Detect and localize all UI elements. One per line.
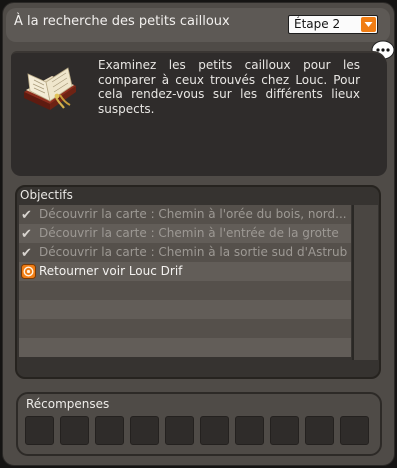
quest-book-icon [20,60,80,112]
reward-slot[interactable] [270,416,299,445]
objective-row-active[interactable]: Retourner voir Louc Drif [19,262,351,281]
reward-slot[interactable] [305,416,334,445]
objectives-header: Objectifs [20,188,73,202]
reward-slot[interactable] [235,416,264,445]
objective-row-empty [19,281,351,300]
checkmark-icon: ✔ [21,227,32,242]
objectives-list: ✔ Découvrir la carte : Chemin à l'orée d… [19,205,351,357]
objective-row-empty [19,319,351,338]
chevron-down-icon[interactable] [361,17,376,32]
reward-slot[interactable] [60,416,89,445]
reward-slot[interactable] [165,416,194,445]
objective-text: Retourner voir Louc Drif [39,264,183,278]
reward-slot[interactable] [200,416,229,445]
stage-dropdown[interactable]: Étape 2 [288,15,378,34]
checkmark-icon: ✔ [21,208,32,223]
reward-slot[interactable] [340,416,369,445]
objective-row-empty [19,338,351,357]
objectives-scrollbar[interactable] [352,205,378,360]
objective-text: Découvrir la carte : Chemin à la sortie … [39,245,348,259]
reward-slot[interactable] [130,416,159,445]
target-icon [21,263,36,280]
reward-slot[interactable] [95,416,124,445]
rewards-slots [25,416,369,445]
objective-row[interactable]: ✔ Découvrir la carte : Chemin à l'entrée… [19,224,351,243]
objective-text: Découvrir la carte : Chemin à l'entrée d… [39,226,339,240]
checkmark-icon: ✔ [21,246,32,261]
quest-title: À la recherche des petits cailloux [14,14,230,29]
rewards-header: Récompenses [26,397,110,411]
stage-selected-value: Étape 2 [294,17,341,31]
reward-slot[interactable] [25,416,54,445]
objective-row[interactable]: ✔ Découvrir la carte : Chemin à la sorti… [19,243,351,262]
quest-description: Examinez les petits cailloux pour les co… [98,58,360,116]
objective-row[interactable]: ✔ Découvrir la carte : Chemin à l'orée d… [19,205,351,224]
objective-row-empty [19,300,351,319]
objective-text: Découvrir la carte : Chemin à l'orée du … [39,207,347,221]
